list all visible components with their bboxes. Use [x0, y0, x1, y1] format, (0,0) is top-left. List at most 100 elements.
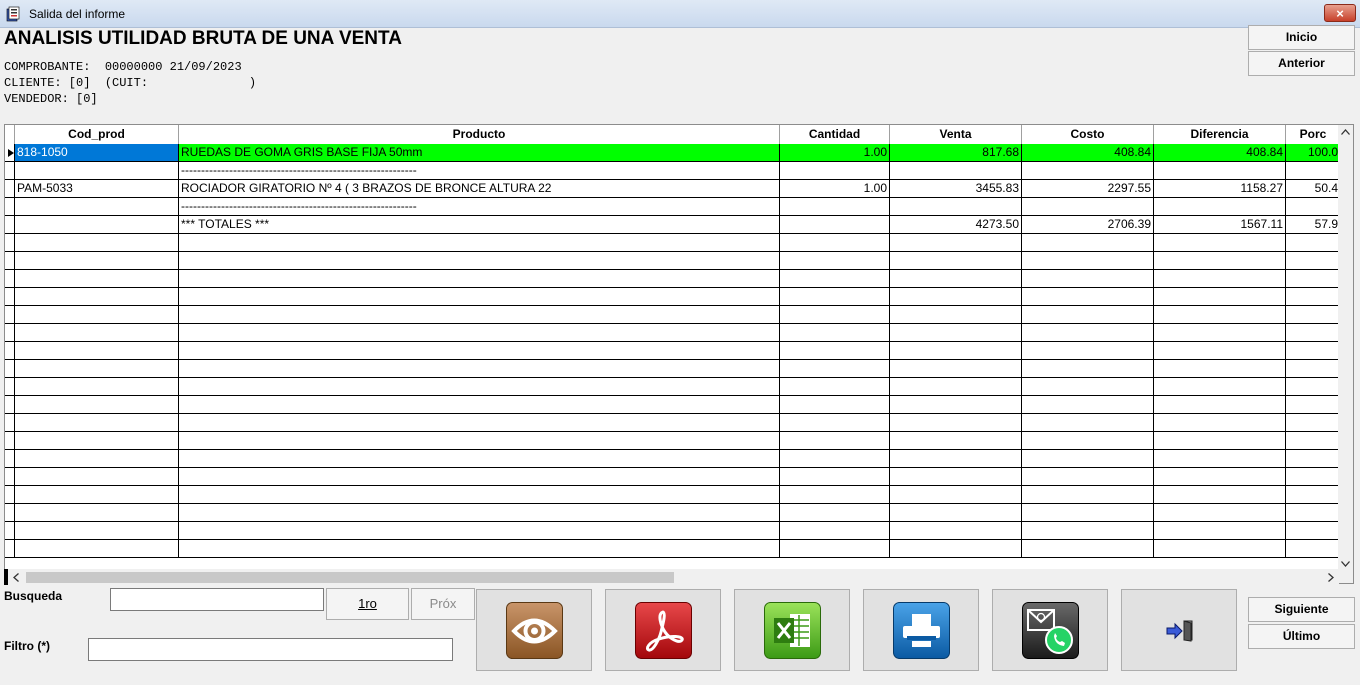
cell-porc[interactable]: 50.4 — [1286, 180, 1340, 197]
cell-venta[interactable]: 4273.50 — [890, 216, 1022, 233]
cell-porc[interactable] — [1286, 252, 1340, 269]
siguiente-button[interactable]: Siguiente — [1248, 597, 1355, 622]
cell-cantidad[interactable] — [780, 396, 890, 413]
cell-diferencia[interactable]: 1158.27 — [1154, 180, 1286, 197]
cell-venta[interactable] — [890, 414, 1022, 431]
cell-producto[interactable] — [179, 288, 780, 305]
cell-porc[interactable] — [1286, 450, 1340, 467]
cell-cod[interactable] — [15, 234, 179, 251]
cell-venta[interactable] — [890, 432, 1022, 449]
table-row[interactable] — [5, 378, 1340, 396]
cell-producto[interactable] — [179, 486, 780, 503]
cell-venta[interactable] — [890, 342, 1022, 359]
table-row[interactable]: *** TOTALES *** 4273.50 2706.39 1567.11 57.9 — [5, 216, 1340, 234]
row-indicator[interactable] — [5, 522, 15, 539]
cell-porc[interactable] — [1286, 360, 1340, 377]
cell-cod[interactable] — [15, 216, 179, 233]
cell-cantidad[interactable] — [780, 288, 890, 305]
cell-producto[interactable] — [179, 432, 780, 449]
cell-cod[interactable] — [15, 540, 179, 557]
cell-costo[interactable] — [1022, 540, 1154, 557]
cell-costo[interactable]: 408.84 — [1022, 144, 1154, 161]
table-row[interactable] — [5, 486, 1340, 504]
cell-venta[interactable] — [890, 540, 1022, 557]
cell-cod[interactable] — [15, 468, 179, 485]
cell-costo[interactable] — [1022, 432, 1154, 449]
excel-button[interactable] — [734, 589, 850, 671]
cell-cantidad[interactable] — [780, 414, 890, 431]
cell-producto[interactable] — [179, 378, 780, 395]
cell-cod[interactable] — [15, 324, 179, 341]
scroll-right-icon[interactable] — [1328, 573, 1334, 582]
cell-producto[interactable] — [179, 468, 780, 485]
col-header-costo[interactable]: Costo — [1022, 125, 1154, 144]
cell-venta[interactable] — [890, 234, 1022, 251]
cell-producto[interactable] — [179, 540, 780, 557]
first-button[interactable]: 1ro — [326, 588, 409, 620]
scroll-left-icon[interactable] — [13, 573, 19, 582]
cell-cod[interactable] — [15, 432, 179, 449]
cell-porc[interactable] — [1286, 432, 1340, 449]
cell-porc[interactable] — [1286, 162, 1340, 179]
cell-porc[interactable] — [1286, 378, 1340, 395]
cell-diferencia[interactable] — [1154, 450, 1286, 467]
cell-porc[interactable]: 57.9 — [1286, 216, 1340, 233]
cell-venta[interactable] — [890, 450, 1022, 467]
cell-cod[interactable] — [15, 486, 179, 503]
scroll-down-icon[interactable] — [1341, 561, 1350, 567]
row-indicator[interactable] — [5, 540, 15, 557]
cell-diferencia[interactable] — [1154, 252, 1286, 269]
cell-diferencia[interactable] — [1154, 198, 1286, 215]
cell-diferencia[interactable] — [1154, 540, 1286, 557]
close-button[interactable]: × — [1324, 4, 1356, 22]
row-indicator[interactable] — [5, 504, 15, 521]
cell-producto[interactable]: ROCIADOR GIRATORIO Nº 4 ( 3 BRAZOS DE BR… — [179, 180, 780, 197]
cell-venta[interactable] — [890, 270, 1022, 287]
cell-diferencia[interactable] — [1154, 288, 1286, 305]
ultimo-button[interactable]: Último — [1248, 624, 1355, 649]
cell-producto[interactable] — [179, 324, 780, 341]
cell-costo[interactable] — [1022, 324, 1154, 341]
view-button[interactable] — [476, 589, 592, 671]
cell-venta[interactable] — [890, 360, 1022, 377]
cell-cod[interactable] — [15, 252, 179, 269]
row-indicator[interactable] — [5, 180, 15, 197]
cell-producto[interactable] — [179, 306, 780, 323]
cell-producto[interactable] — [179, 396, 780, 413]
cell-porc[interactable] — [1286, 270, 1340, 287]
cell-costo[interactable] — [1022, 162, 1154, 179]
cell-cantidad[interactable] — [780, 198, 890, 215]
cell-venta[interactable] — [890, 306, 1022, 323]
cell-costo[interactable] — [1022, 522, 1154, 539]
cell-cantidad[interactable] — [780, 270, 890, 287]
cell-cantidad[interactable] — [780, 360, 890, 377]
cell-porc[interactable] — [1286, 486, 1340, 503]
table-row[interactable] — [5, 468, 1340, 486]
cell-porc[interactable] — [1286, 414, 1340, 431]
cell-producto[interactable] — [179, 252, 780, 269]
cell-diferencia[interactable] — [1154, 360, 1286, 377]
cell-diferencia[interactable] — [1154, 162, 1286, 179]
cell-diferencia[interactable] — [1154, 306, 1286, 323]
cell-costo[interactable] — [1022, 234, 1154, 251]
cell-cantidad[interactable] — [780, 306, 890, 323]
cell-costo[interactable]: 2706.39 — [1022, 216, 1154, 233]
table-row[interactable] — [5, 270, 1340, 288]
horizontal-scrollbar[interactable] — [4, 569, 1339, 585]
cell-diferencia[interactable] — [1154, 486, 1286, 503]
cell-cod[interactable] — [15, 342, 179, 359]
cell-cod[interactable] — [15, 270, 179, 287]
cell-cantidad[interactable]: 1.00 — [780, 144, 890, 161]
table-row[interactable] — [5, 288, 1340, 306]
table-row[interactable] — [5, 504, 1340, 522]
cell-porc[interactable] — [1286, 324, 1340, 341]
cell-diferencia[interactable] — [1154, 270, 1286, 287]
cell-venta[interactable] — [890, 504, 1022, 521]
cell-costo[interactable] — [1022, 486, 1154, 503]
row-indicator[interactable] — [5, 342, 15, 359]
cell-producto[interactable]: ----------------------------------------… — [179, 198, 780, 215]
cell-venta[interactable] — [890, 288, 1022, 305]
row-indicator[interactable] — [5, 162, 15, 179]
cell-venta[interactable] — [890, 198, 1022, 215]
cell-cod[interactable] — [15, 414, 179, 431]
